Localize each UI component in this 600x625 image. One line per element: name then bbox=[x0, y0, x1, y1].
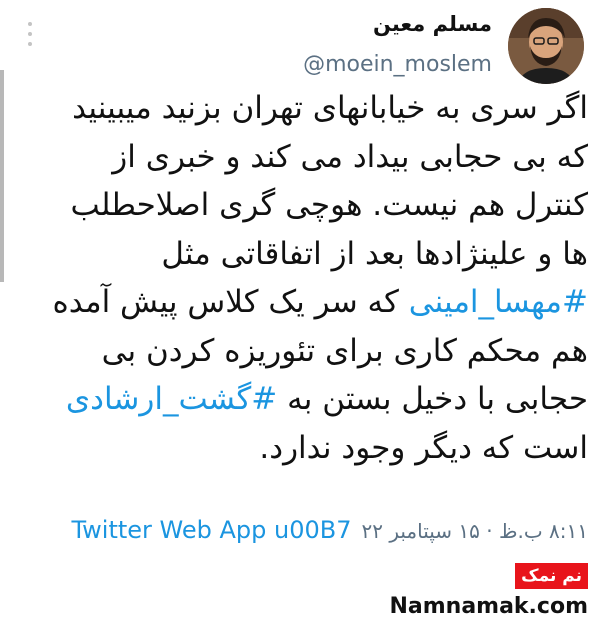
tweet-line: حجابی با دخیل بستن به #گشت_ارشادی bbox=[65, 381, 588, 417]
author-handle[interactable]: @moein_moslem bbox=[303, 52, 492, 77]
author-display-name[interactable]: مسلم معین bbox=[373, 12, 492, 36]
tweet-line: است که دیگر وجود ندارد. bbox=[259, 429, 588, 466]
edge-scrollbar bbox=[0, 70, 4, 282]
tweet-timestamp[interactable]: ۸:۱۱ ب.ظ · ۱۵ سپتامبر ۲۲ bbox=[362, 519, 588, 543]
more-options-icon[interactable] bbox=[25, 22, 35, 46]
tweet-line: #مهسا_امینی که سر یک کلاس پیش آمده bbox=[52, 284, 588, 320]
tweet-line: هم محکم کاری برای تئوریزه کردن بی bbox=[101, 332, 588, 369]
hashtag-link[interactable]: #گشت_ارشادی bbox=[66, 381, 277, 417]
tweet-meta: ۸:۱۱ ب.ظ · ۱۵ سپتامبر ۲۲ Twitter Web App… bbox=[64, 516, 588, 544]
tweet-line: اگر سری به خیابانهای تهران بزنید میبینید bbox=[72, 90, 588, 126]
profile-photo-icon bbox=[508, 8, 584, 84]
avatar[interactable] bbox=[508, 8, 584, 84]
tweet-line: ها و علینژادها بعد از اتفاقاتی مثل bbox=[161, 235, 588, 272]
watermark-site: Namnamak.com bbox=[389, 594, 588, 619]
tweet-line: که بی حجابی بیداد می کند و خبری از bbox=[112, 138, 588, 175]
watermark-badge: نم نمک bbox=[515, 563, 588, 589]
tweet-source-link[interactable]: Twitter Web App u00B7 bbox=[71, 516, 351, 544]
tweet-text: اگر سری به خیابانهای تهران بزنید میبینید… bbox=[40, 84, 588, 472]
tweet-line: کنترل هم نیست. هوچی گری اصلاحطلب bbox=[70, 187, 589, 223]
hashtag-link[interactable]: #مهسا_امینی bbox=[409, 284, 588, 320]
